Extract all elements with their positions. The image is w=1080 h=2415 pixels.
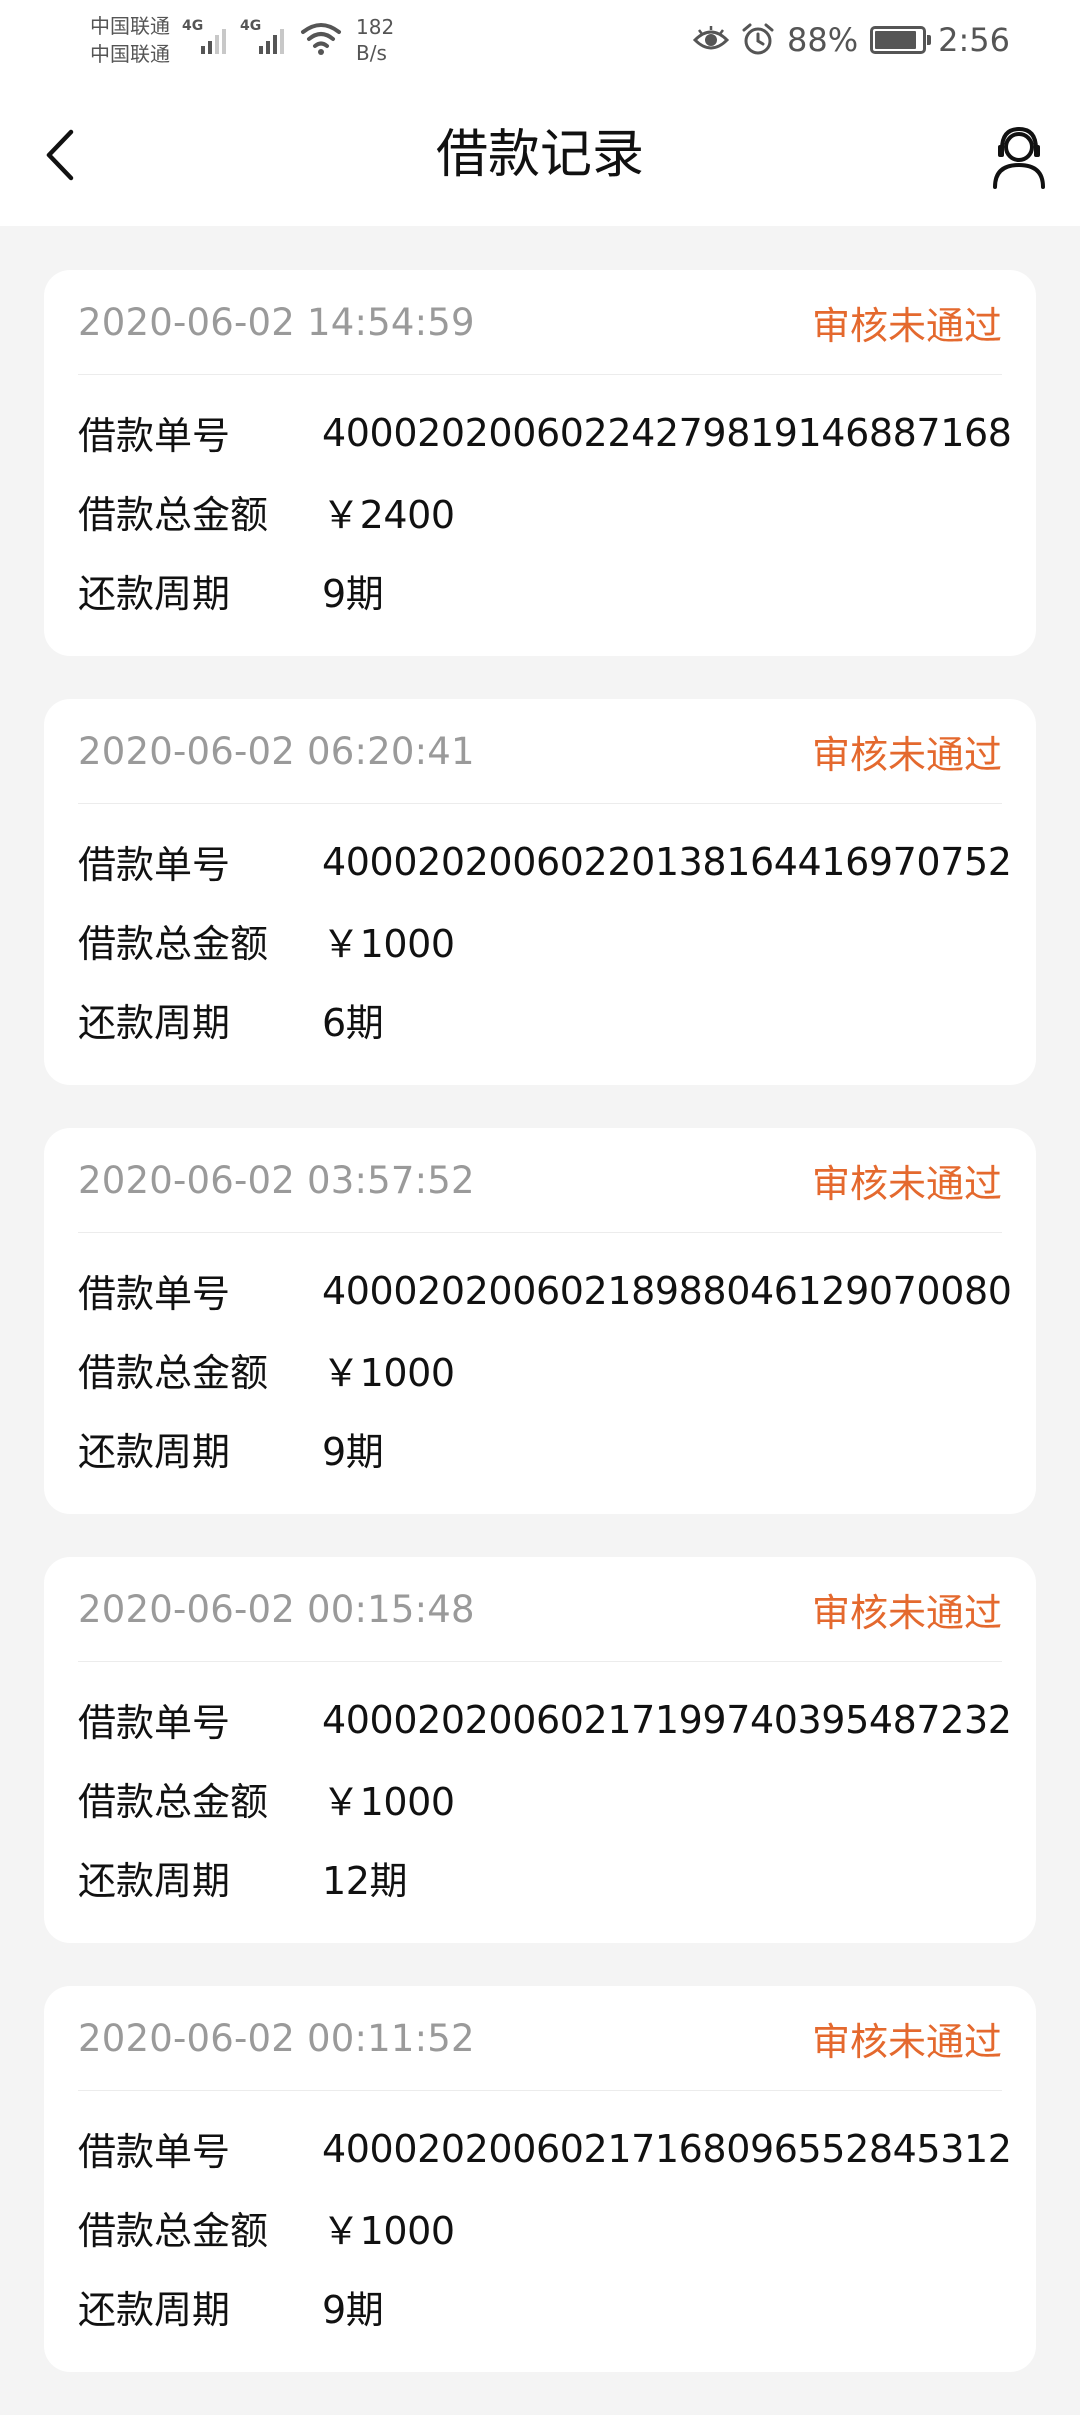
period-label: 还款周期 [78, 1001, 231, 1045]
period-label: 还款周期 [78, 1430, 231, 1474]
order-no-value: 40002020060217168096552845312 [322, 2126, 1012, 2171]
period-value: 9期 [322, 2288, 384, 2332]
loan-record-card[interactable]: 2020-06-02 00:11:52 审核未通过 借款单号 400020200… [44, 1986, 1036, 2372]
period-row: 还款周期 12期 [78, 1838, 1002, 1917]
amount-label: 借款总金额 [78, 2209, 269, 2253]
order-no-label: 借款单号 [78, 843, 231, 887]
loan-record-card[interactable]: 2020-06-02 03:57:52 审核未通过 借款单号 400020200… [44, 1128, 1036, 1514]
amount-value: ￥1000 [322, 2209, 455, 2253]
loan-record-list: 2020-06-02 14:54:59 审核未通过 借款单号 400020200… [44, 270, 1036, 2415]
loan-record-card[interactable]: 2020-06-02 14:54:59 审核未通过 借款单号 400020200… [44, 270, 1036, 656]
card-body: 借款单号 40002020060224279819146887168 借款总金额… [78, 375, 1012, 630]
amount-row: 借款总金额 ￥1000 [78, 1330, 1002, 1409]
period-row: 还款周期 9期 [78, 1409, 1002, 1488]
amount-label: 借款总金额 [78, 1780, 269, 1824]
card-header: 2020-06-02 03:57:52 审核未通过 [78, 1128, 1002, 1233]
page-title: 借款记录 [435, 125, 644, 185]
amount-row: 借款总金额 ￥1000 [78, 1759, 1002, 1838]
network-speed: 182 B/s [356, 14, 394, 66]
carrier-2-label: 中国联通 [90, 42, 170, 66]
amount-label: 借款总金额 [78, 922, 269, 966]
period-value: 9期 [322, 572, 384, 616]
order-no-row: 借款单号 40002020060217199740395487232 [78, 1680, 1012, 1759]
period-value: 12期 [322, 1859, 408, 1903]
card-header: 2020-06-02 06:20:41 审核未通过 [78, 699, 1002, 804]
order-no-value: 40002020060224279819146887168 [322, 410, 1012, 455]
amount-label: 借款总金额 [78, 493, 269, 537]
period-label: 还款周期 [78, 572, 231, 616]
application-time: 2020-06-02 14:54:59 [78, 300, 475, 344]
order-no-label: 借款单号 [78, 2130, 231, 2174]
amount-row: 借款总金额 ￥1000 [78, 901, 1002, 980]
order-no-value: 40002020060220138164416970752 [322, 839, 1012, 884]
period-row: 还款周期 9期 [78, 551, 1002, 630]
application-time: 2020-06-02 06:20:41 [78, 729, 475, 773]
battery-icon [870, 26, 932, 54]
card-header: 2020-06-02 00:15:48 审核未通过 [78, 1557, 1002, 1662]
order-no-row: 借款单号 40002020060217168096552845312 [78, 2109, 1012, 2188]
carrier-1-label: 中国联通 [90, 14, 170, 38]
status-right: 88% 2:56 [693, 18, 1010, 62]
period-row: 还款周期 9期 [78, 2267, 1002, 2346]
clock: 2:56 [938, 21, 1010, 59]
application-time: 2020-06-02 00:11:52 [78, 2016, 475, 2060]
card-body: 借款单号 40002020060218988046129070080 借款总金额… [78, 1233, 1012, 1488]
customer-service-button[interactable] [984, 120, 1054, 194]
amount-value: ￥1000 [322, 922, 455, 966]
alarm-icon [742, 23, 774, 55]
order-no-value: 40002020060218988046129070080 [322, 1268, 1012, 1313]
period-row: 还款周期 6期 [78, 980, 1002, 1059]
order-no-label: 借款单号 [78, 414, 231, 458]
order-no-row: 借款单号 40002020060224279819146887168 [78, 393, 1012, 472]
loan-record-card[interactable]: 2020-06-02 00:15:48 审核未通过 借款单号 400020200… [44, 1557, 1036, 1943]
speed-value: 182 [356, 15, 395, 39]
card-header: 2020-06-02 14:54:59 审核未通过 [78, 270, 1002, 375]
order-no-value: 40002020060217199740395487232 [322, 1697, 1012, 1742]
carrier-info: 中国联通 中国联通 [90, 12, 170, 68]
period-value: 9期 [322, 1430, 384, 1474]
signal-icon: 4G [240, 18, 284, 56]
review-status: 审核未通过 [811, 1590, 1002, 1635]
period-label: 还款周期 [78, 2288, 231, 2332]
customer-service-icon [993, 126, 1045, 189]
amount-value: ￥1000 [322, 1780, 455, 1824]
period-label: 还款周期 [78, 1859, 231, 1903]
order-no-row: 借款单号 40002020060218988046129070080 [78, 1251, 1012, 1330]
card-header: 2020-06-02 00:11:52 审核未通过 [78, 1986, 1002, 2091]
application-time: 2020-06-02 00:15:48 [78, 1587, 475, 1631]
battery-level-fill [875, 31, 916, 49]
amount-value: ￥1000 [322, 1351, 455, 1395]
amount-value: ￥2400 [322, 493, 455, 537]
amount-row: 借款总金额 ￥1000 [78, 2188, 1002, 2267]
review-status: 审核未通过 [811, 732, 1002, 777]
status-bar: 中国联通 中国联通 4G 4G 182 B/s 88% 2:56 [0, 0, 1080, 80]
signal-icon: 4G [182, 18, 226, 56]
order-no-row: 借款单号 40002020060220138164416970752 [78, 822, 1012, 901]
order-no-label: 借款单号 [78, 1272, 231, 1316]
eye-comfort-icon [693, 26, 730, 50]
card-body: 借款单号 40002020060220138164416970752 借款总金额… [78, 804, 1012, 1059]
wifi-icon [301, 23, 341, 55]
cellular-signal: 4G 4G [182, 18, 284, 56]
card-body: 借款单号 40002020060217199740395487232 借款总金额… [78, 1662, 1012, 1917]
nav-bar: 借款记录 [0, 80, 1080, 226]
amount-label: 借款总金额 [78, 1351, 269, 1395]
review-status: 审核未通过 [811, 1161, 1002, 1206]
order-no-label: 借款单号 [78, 1701, 231, 1745]
period-value: 6期 [322, 1001, 384, 1045]
battery-percent: 88% [787, 21, 859, 59]
speed-unit: B/s [356, 41, 387, 65]
application-time: 2020-06-02 03:57:52 [78, 1158, 475, 1202]
loan-record-card[interactable]: 2020-06-02 06:20:41 审核未通过 借款单号 400020200… [44, 699, 1036, 1085]
review-status: 审核未通过 [811, 303, 1002, 348]
review-status: 审核未通过 [811, 2019, 1002, 2064]
amount-row: 借款总金额 ￥2400 [78, 472, 1002, 551]
card-body: 借款单号 40002020060217168096552845312 借款总金额… [78, 2091, 1012, 2346]
